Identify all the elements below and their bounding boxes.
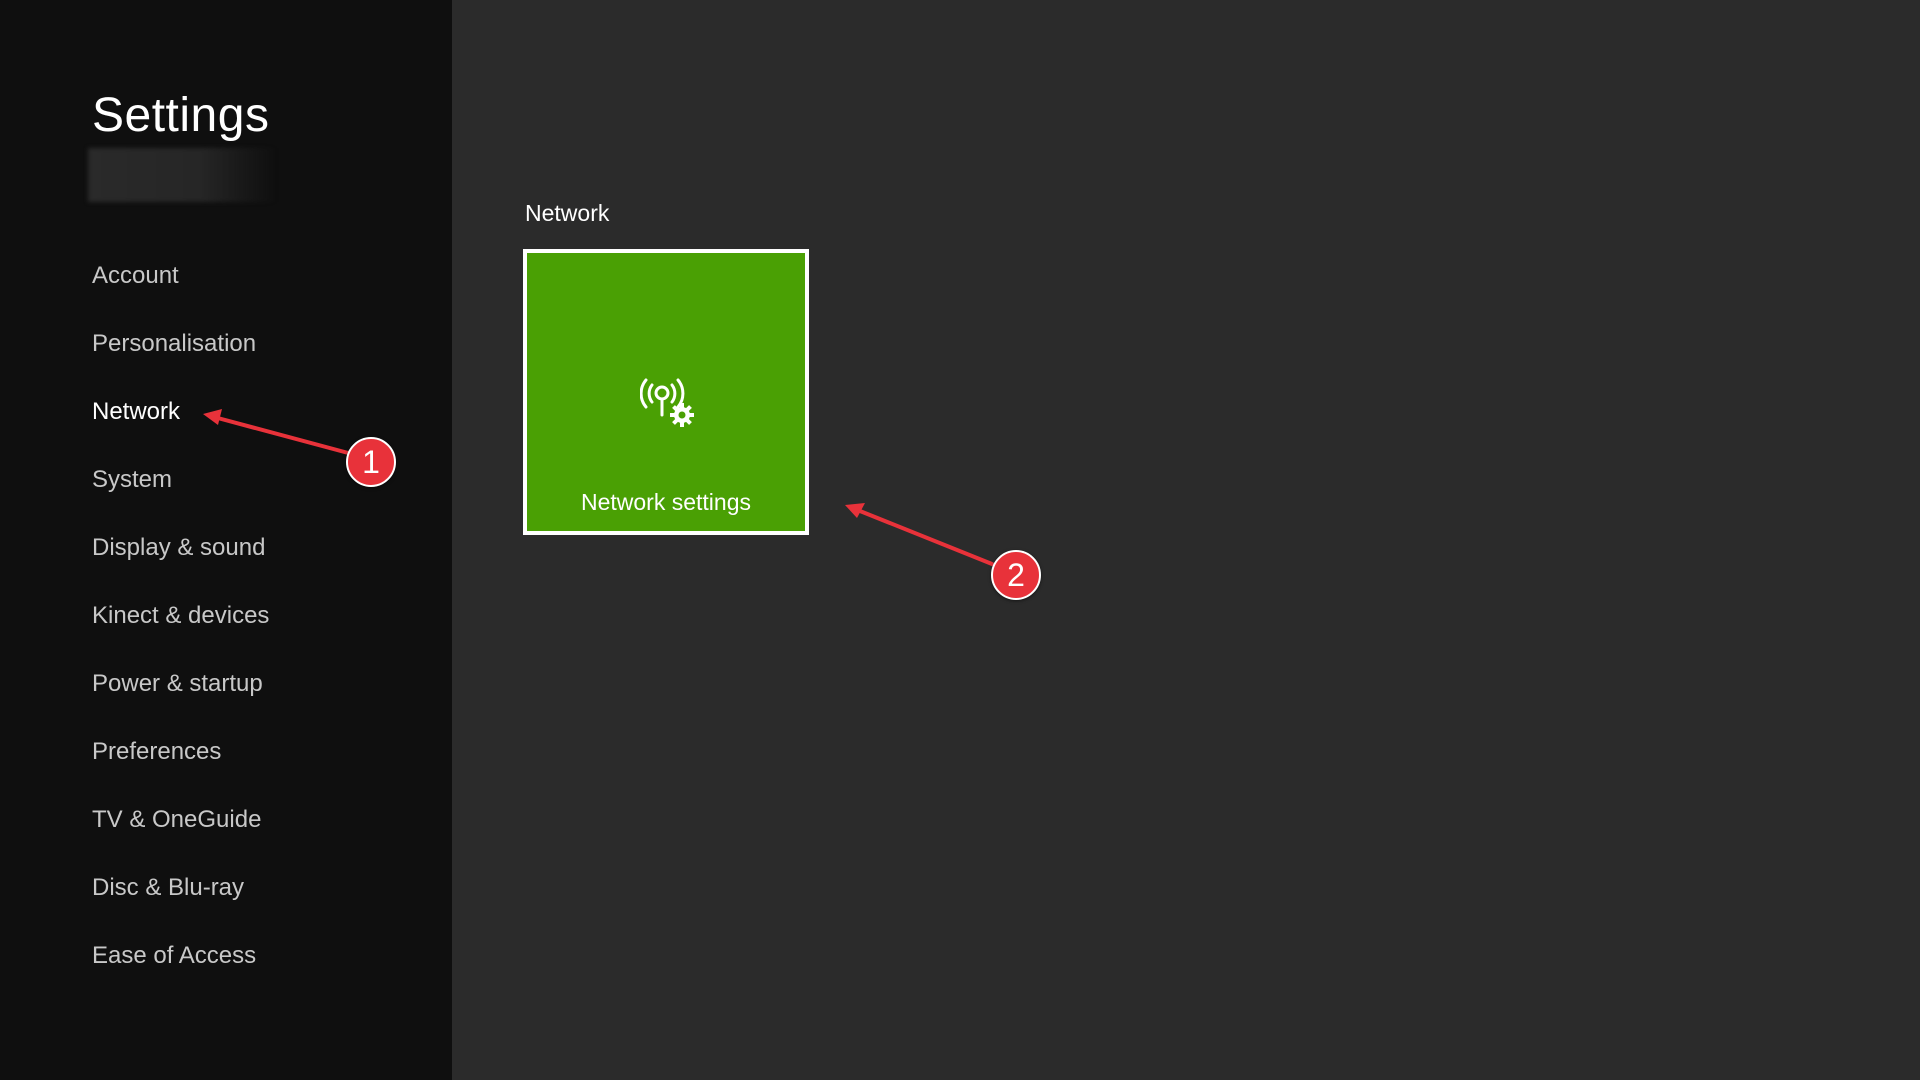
settings-screen: Settings Account Personalisation Network… [0,0,1920,1080]
arrow-2-head [845,503,865,518]
settings-sidebar: Settings Account Personalisation Network… [0,0,452,1080]
nav-item-preferences[interactable]: Preferences [92,732,269,800]
nav-item-power-startup[interactable]: Power & startup [92,664,269,732]
callout-1-badge: 1 [346,437,396,487]
network-settings-tile[interactable]: Network settings [523,249,809,535]
nav-item-system[interactable]: System [92,460,269,528]
nav-item-personalisation[interactable]: Personalisation [92,324,269,392]
nav-item-disc-bluray[interactable]: Disc & Blu-ray [92,868,269,936]
nav-item-tv-oneguide[interactable]: TV & OneGuide [92,800,269,868]
section-heading: Network [525,200,610,226]
blurred-gamertag [88,148,276,202]
nav-item-display-sound[interactable]: Display & sound [92,528,269,596]
arrow-2-line [853,507,994,566]
settings-nav: Account Personalisation Network System D… [92,256,269,1004]
nav-item-kinect-devices[interactable]: Kinect & devices [92,596,269,664]
callout-2-badge: 2 [991,550,1041,600]
page-title: Settings [92,89,270,142]
nav-item-network[interactable]: Network [92,392,269,460]
tile-label: Network settings [580,489,751,515]
nav-item-account[interactable]: Account [92,256,269,324]
nav-item-ease-of-access[interactable]: Ease of Access [92,936,269,1004]
network-settings-icon [640,378,694,427]
